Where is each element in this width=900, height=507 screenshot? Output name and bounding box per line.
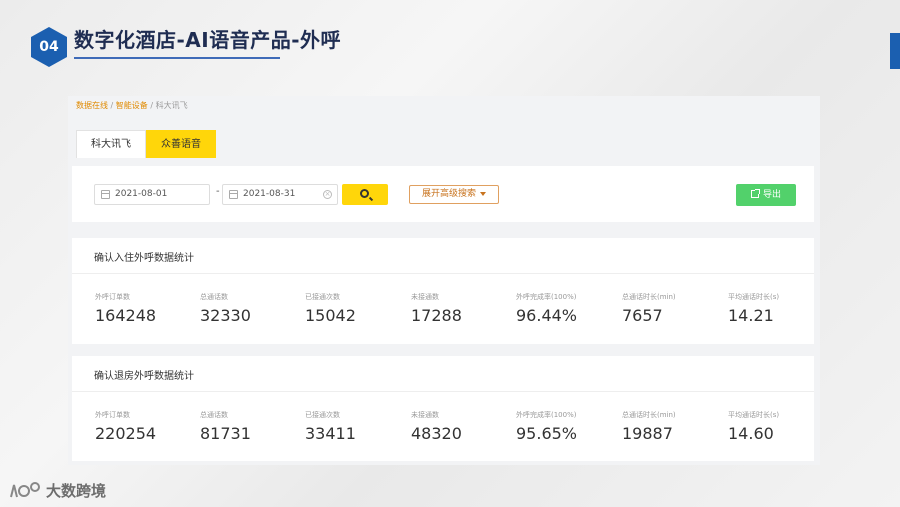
metric-label: 已接通次数 [305, 411, 340, 419]
export-label: 导出 [762, 190, 781, 200]
metric-unconnected: 未接通数 48320 [411, 410, 462, 443]
metric-total-calls: 总通话数 81731 [200, 410, 251, 443]
metric-total-duration: 总通话时长(min) 7657 [622, 292, 676, 325]
breadcrumb-separator: / [110, 101, 114, 110]
tab-zhongshan-voice[interactable]: 众善语音 [146, 130, 216, 158]
end-date-value: 2021-08-31 [243, 189, 296, 199]
breadcrumb-item-data-online[interactable]: 数据在线 [76, 101, 108, 110]
metric-orders: 外呼订单数 164248 [95, 292, 156, 325]
metric-label: 总通话数 [200, 411, 228, 419]
calendar-icon [101, 190, 110, 199]
section-badge: 04 [30, 26, 68, 68]
calendar-icon [229, 190, 238, 199]
advanced-search-button[interactable]: 展开高级搜索 [409, 185, 499, 204]
search-icon [360, 189, 369, 198]
right-edge-tab [890, 33, 900, 69]
slide-title: 数字化酒店-AI语音产品-外呼 [74, 28, 342, 52]
end-date-input[interactable]: 2021-08-31 × [222, 184, 338, 205]
clear-icon[interactable]: × [323, 190, 332, 199]
start-date-value: 2021-08-01 [115, 189, 168, 199]
metric-value: 164248 [95, 306, 157, 325]
date-range-separator: - [216, 186, 220, 197]
breadcrumb-item-smart-devices[interactable]: 智能设备 [116, 101, 148, 110]
metric-value: 32330 [200, 306, 251, 325]
metric-value: 14.60 [728, 424, 774, 443]
metric-value: 7657 [622, 306, 663, 325]
metric-total-duration: 总通话时长(min) 19887 [622, 410, 676, 443]
start-date-input[interactable]: 2021-08-01 [94, 184, 210, 205]
metric-value: 81731 [200, 424, 251, 443]
metric-connected: 已接通次数 15042 [305, 292, 356, 325]
metric-completion-rate: 外呼完成率(100%) 95.65% [516, 410, 577, 443]
caret-down-icon [480, 191, 486, 196]
metric-label: 总通话时长(min) [622, 293, 676, 301]
metric-label: 平均通话时长(s) [728, 411, 780, 419]
metric-avg-duration: 平均通话时长(s) 14.21 [728, 292, 779, 325]
export-button[interactable]: 导出 [736, 184, 796, 206]
metric-connected: 已接通次数 33411 [305, 410, 356, 443]
checkout-stats-card: 确认退房外呼数据统计 外呼订单数 220254 总通话数 81731 已接通次数… [72, 356, 814, 461]
section-number: 04 [39, 39, 59, 55]
metric-value: 48320 [411, 424, 462, 443]
title-underline [74, 57, 280, 59]
advanced-search-label: 展开高级搜索 [421, 189, 476, 199]
metric-avg-duration: 平均通话时长(s) 14.60 [728, 410, 779, 443]
tab-iflytek[interactable]: 科大讯飞 [76, 130, 146, 158]
footer-logo: 大数跨境 [8, 478, 106, 502]
metric-label: 外呼完成率(100%) [516, 411, 577, 419]
metric-label: 未接通数 [411, 411, 439, 419]
metric-label: 外呼订单数 [95, 293, 130, 301]
metric-value: 220254 [95, 424, 157, 443]
filter-bar: 2021-08-01 - 2021-08-31 × 展开高级搜索 导出 [72, 166, 814, 222]
metric-value: 14.21 [728, 306, 774, 325]
brand-logo-icon [10, 482, 40, 498]
brand-name: 大数跨境 [46, 481, 107, 500]
metric-label: 总通话数 [200, 293, 228, 301]
card-divider [72, 391, 814, 392]
metric-label: 外呼完成率(100%) [516, 293, 577, 301]
export-icon [750, 189, 760, 198]
metric-value: 17288 [411, 306, 462, 325]
metric-label: 总通话时长(min) [622, 411, 676, 419]
metric-label: 未接通数 [411, 293, 439, 301]
card-divider [72, 273, 814, 274]
metric-value: 19887 [622, 424, 673, 443]
app-screenshot-panel: 数据在线 / 智能设备 / 科大讯飞 科大讯飞 众善语音 2021-08-01 … [68, 96, 820, 465]
metric-value: 15042 [305, 306, 356, 325]
breadcrumb: 数据在线 / 智能设备 / 科大讯飞 [76, 100, 188, 111]
metric-value: 95.65% [516, 424, 578, 443]
metric-orders: 外呼订单数 220254 [95, 410, 156, 443]
metric-total-calls: 总通话数 32330 [200, 292, 251, 325]
breadcrumb-separator: / [150, 101, 154, 110]
checkout-stats-title: 确认退房外呼数据统计 [94, 371, 194, 382]
metric-value: 33411 [305, 424, 356, 443]
metric-label: 平均通话时长(s) [728, 293, 780, 301]
metric-label: 外呼订单数 [95, 411, 130, 419]
metric-completion-rate: 外呼完成率(100%) 96.44% [516, 292, 577, 325]
metric-label: 已接通次数 [305, 293, 340, 301]
search-button[interactable] [342, 184, 388, 205]
breadcrumb-item-current: 科大讯飞 [155, 101, 188, 110]
vendor-tabs: 科大讯飞 众善语音 [76, 130, 216, 158]
metric-value: 96.44% [516, 306, 578, 325]
checkin-stats-title: 确认入住外呼数据统计 [94, 253, 194, 264]
checkin-stats-card: 确认入住外呼数据统计 外呼订单数 164248 总通话数 32330 已接通次数… [72, 238, 814, 344]
metric-unconnected: 未接通数 17288 [411, 292, 462, 325]
